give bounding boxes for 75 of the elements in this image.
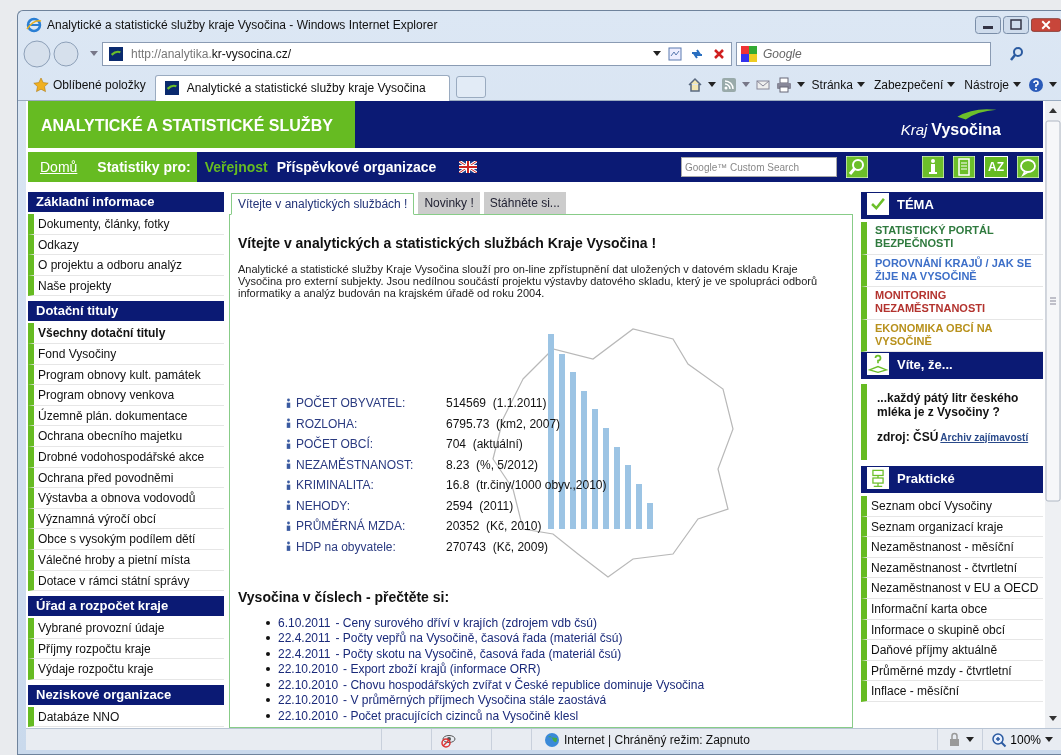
sidebar-item[interactable]: Ochrana obecního majetku bbox=[28, 426, 224, 447]
audience-link[interactable]: Příspěvkové organizace bbox=[276, 159, 437, 175]
search-field[interactable]: Google bbox=[736, 42, 991, 66]
section-heading: Dotační tituly bbox=[28, 301, 224, 322]
section-heading: Základní informace bbox=[28, 192, 224, 212]
site-title: ANALYTICKÉ A STATISTICKÉ SLUŽBY bbox=[28, 101, 355, 148]
sidebar-item[interactable]: Obce s vysokým podílem dětí bbox=[28, 529, 224, 550]
archive-link[interactable]: Archiv zajímavostí bbox=[940, 431, 1029, 443]
sidebar-item[interactable]: Významná výročí obcí bbox=[28, 508, 224, 530]
sidebar-item[interactable]: Odkazy bbox=[28, 234, 224, 256]
address-field[interactable]: http://analytika.kr-vysocina.cz/ bbox=[102, 42, 732, 66]
section-heading: Úřad a rozpočet kraje bbox=[28, 596, 224, 617]
browser-tab[interactable]: Analytické a statistické služby kraje Vysočina bbox=[154, 74, 450, 101]
sidebar-item[interactable]: O projektu a odboru analýz bbox=[28, 255, 224, 276]
news-link[interactable]: 22.4.2011 - Počty skotu na Vysočině, časová řada (materiál čsú) bbox=[278, 646, 622, 661]
stat-value: 270743 (Kč, 2009) bbox=[446, 539, 549, 554]
stat-value: 16.8 (tr.činy/1000 obyv.,2010) bbox=[446, 478, 607, 493]
url-text: http://analytika.kr-vysocina.cz/ bbox=[131, 47, 292, 61]
window-title: Analytické a statistické služby kraje Vysočina - Windows Internet Explorer bbox=[47, 18, 438, 32]
sidebar-item[interactable]: Výstavba a obnova vodovodů bbox=[28, 488, 224, 509]
fact-text: ...každý pátý litr českého mléka je z Vysočiny ? bbox=[877, 391, 1020, 419]
news-link[interactable]: 22.4.2011 - Počty vepřů na Vysočině, časová řada (materiál čsú) bbox=[278, 631, 623, 646]
sidebar-item[interactable]: Fond Vysočiny bbox=[28, 343, 224, 365]
tab[interactable]: Novinky ! bbox=[418, 192, 480, 214]
custom-search-field[interactable]: Google™ Custom Search bbox=[681, 157, 837, 177]
search-input[interactable]: Google bbox=[761, 46, 961, 62]
menu-button[interactable]: Nástroje bbox=[962, 77, 1023, 92]
stat-value: 20352 (Kč, 2010) bbox=[446, 519, 542, 534]
section-heading: Neziskové organizace bbox=[28, 684, 224, 705]
stat-value: 514569 (1.1.2011) bbox=[446, 396, 547, 411]
news-link[interactable]: 22.10.2010 - Chovu hospodářských zvířat v České republice dominuje Vysočina bbox=[278, 677, 705, 692]
sidebar-item[interactable]: Všechny dotační tituly bbox=[28, 323, 224, 344]
zoom-button[interactable]: 100% bbox=[991, 731, 1041, 748]
tab[interactable]: Stáhněte si... bbox=[483, 192, 566, 214]
stat-link[interactable]: NEHODY: bbox=[296, 498, 446, 513]
intro-heading: Vítejte v analytických a statistických službách Kraje Vysočina ! bbox=[238, 235, 658, 251]
stat-value: 2594 (2011) bbox=[446, 498, 514, 513]
sidebar-item[interactable]: Ochrana před povodněmi bbox=[28, 467, 224, 489]
sidebar-item[interactable]: Příjmy rozpočtu kraje bbox=[28, 638, 224, 660]
menu-button[interactable]: Stránka bbox=[809, 77, 867, 92]
source-text: zdroj: ČSÚ bbox=[877, 430, 939, 444]
sidebar-item[interactable]: Vybrané provozní údaje bbox=[28, 618, 224, 639]
intro-text: Analytické a statistické služby Kraje Vysočina slouží pro on-line zpřístupnění dat uložených v datovém skladu Kraje Vysočina pro externí subjekty. Jsou nedílnou součástí projektu výstavby datového skladu, který je ve spolupráci odborů informatiky a analýz budován na krajském úřadě od roku 2004. bbox=[238, 263, 819, 299]
stat-link[interactable]: KRIMINALITA: bbox=[296, 478, 446, 493]
stat-value: 704 (aktuální) bbox=[446, 437, 523, 452]
audience-link[interactable]: Veřejnost bbox=[204, 159, 268, 175]
stat-link[interactable]: PRŮMĚRNÁ MZDA: bbox=[296, 519, 446, 534]
stat-link[interactable]: POČET OBCÍ: bbox=[296, 437, 446, 452]
stat-link[interactable]: HDP na obyvatele: bbox=[296, 539, 446, 554]
news-link[interactable]: 22.10.2010 - V průměrných příjmech Vysočina stále zaostává bbox=[278, 693, 607, 708]
site-logo[interactable]: Kraj Vysočina bbox=[900, 101, 1043, 148]
box-heading: TÉMA bbox=[861, 192, 1043, 219]
sidebar-item[interactable]: Dokumenty, články, fotky bbox=[28, 214, 224, 235]
news-link[interactable]: 22.10.2010 - Export zboží krajů (informace ORR) bbox=[278, 662, 541, 677]
sidebar-item[interactable]: Válečné hroby a pietní místa bbox=[28, 549, 224, 571]
news-link[interactable]: 6.10.2011 - Ceny surového dříví v krajích (zdrojem vdb čsú) bbox=[278, 615, 597, 630]
sidebar-item[interactable]: Územně plán. dokumentace bbox=[28, 405, 224, 427]
menu-button[interactable]: Zabezpečení bbox=[871, 77, 958, 92]
news-heading: Vysočina v číslech - přečtěte si: bbox=[238, 589, 451, 605]
tab[interactable]: Vítejte v analytických službách ! bbox=[231, 193, 415, 215]
sidebar-item[interactable]: Program obnovy kult. památek bbox=[28, 364, 224, 386]
box-heading: Víte, že... bbox=[861, 352, 1043, 379]
sidebar-item[interactable]: Program obnovy venkova bbox=[28, 385, 224, 406]
box-heading: Praktické bbox=[861, 466, 1043, 493]
stat-link[interactable]: POČET OBYVATEL: bbox=[296, 396, 446, 411]
nav-label: Statistiky pro: bbox=[97, 159, 191, 175]
stat-link[interactable]: ROZLOHA: bbox=[296, 416, 446, 431]
stat-link[interactable]: NEZAMĚSTNANOST: bbox=[296, 457, 446, 472]
security-zone-text: Internet | Chráněný režim: Zapnuto bbox=[564, 732, 750, 747]
stat-value: 8.23 (%, 5/2012) bbox=[446, 457, 539, 472]
sidebar-item[interactable]: Drobné vodohospodářské akce bbox=[28, 446, 224, 468]
news-link[interactable]: 22.10.2010 - Počet pracujících cizinců na Vysočině klesl bbox=[278, 708, 579, 723]
favorites-button[interactable]: Oblíbené položky bbox=[30, 74, 149, 95]
sidebar-item[interactable]: Výdaje rozpočtu kraje bbox=[28, 659, 224, 680]
stat-value: 6795.73 (km2, 2007) bbox=[446, 416, 561, 431]
